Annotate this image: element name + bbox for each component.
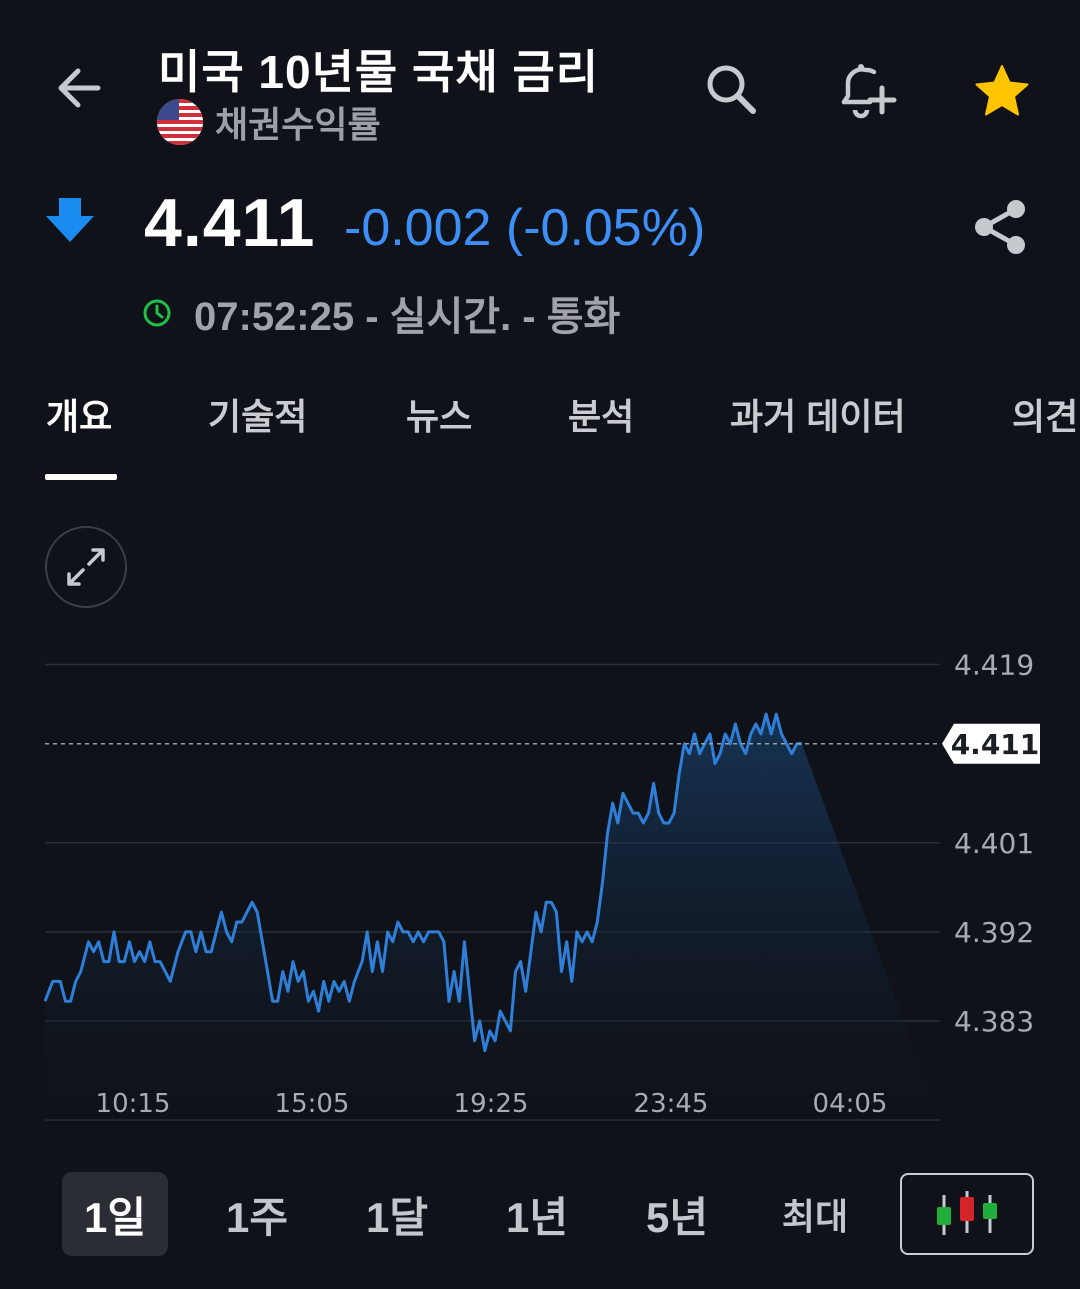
price-change: -0.002 (-0.05%) — [344, 199, 706, 257]
period-5y[interactable]: 5년 — [624, 1172, 730, 1256]
share-button[interactable] — [970, 196, 1032, 258]
period-1y[interactable]: 1년 — [484, 1172, 590, 1256]
back-arrow-icon — [58, 68, 101, 108]
tab-comments[interactable]: 의견 — [1012, 388, 1078, 440]
active-tab-indicator — [45, 474, 117, 480]
period-1d[interactable]: 1일 — [62, 1172, 168, 1256]
add-alert-button[interactable] — [834, 58, 897, 119]
price-chart[interactable]: 4.419 4.401 4.392 4.383 10:15 15:05 19:25 23:4… — [0, 600, 1080, 1140]
x-tick-label: 10:15 — [96, 1089, 171, 1119]
tab-technical[interactable]: 기술적 — [208, 388, 307, 440]
chart-area-fill — [45, 714, 940, 1120]
chart-type-button[interactable] — [900, 1173, 1034, 1255]
y-tick-label: 4.401 — [954, 827, 1034, 860]
back-button[interactable] — [50, 58, 110, 118]
x-tick-label: 15:05 — [275, 1089, 350, 1119]
quote-status: 07:52:25 - 실시간. - 통화 — [142, 284, 620, 342]
quote-time-status: 07:52:25 - 실시간. - 통화 — [194, 295, 621, 339]
add-alert-bell-icon — [841, 64, 897, 119]
x-tick-label: 04:05 — [813, 1089, 888, 1119]
tab-analysis[interactable]: 분석 — [568, 388, 634, 440]
clock-icon — [143, 299, 171, 327]
x-tick-label: 19:25 — [454, 1089, 529, 1119]
star-icon — [975, 65, 1029, 116]
y-tick-label: 4.419 — [954, 649, 1034, 682]
favorite-button[interactable] — [972, 62, 1032, 122]
x-tick-label: 23:45 — [634, 1089, 709, 1119]
share-icon — [975, 200, 1025, 254]
instrument-type: 채권수익률 — [157, 96, 381, 148]
arrow-down-icon — [44, 196, 96, 248]
tab-historical-data[interactable]: 과거 데이터 — [730, 388, 906, 440]
subtitle: 채권수익률 — [215, 104, 381, 145]
tab-news[interactable]: 뉴스 — [406, 388, 472, 440]
period-1m[interactable]: 1달 — [344, 1172, 450, 1256]
search-button[interactable] — [700, 58, 760, 118]
period-max[interactable]: 최대 — [762, 1172, 868, 1256]
us-flag-icon — [157, 99, 203, 145]
tab-overview[interactable]: 개요 — [46, 388, 112, 440]
expand-chart-button[interactable] — [45, 526, 127, 608]
search-icon — [707, 65, 756, 114]
page-title: 미국 10년물 국채 금리 — [158, 46, 600, 98]
period-1w[interactable]: 1주 — [204, 1172, 310, 1256]
y-tick-label: 4.383 — [954, 1005, 1034, 1038]
y-tick-label: 4.392 — [954, 916, 1034, 949]
expand-icon — [67, 548, 105, 586]
current-price: 4.411 — [144, 185, 316, 261]
current-value-label: 4.411 — [951, 728, 1040, 761]
candlestick-icon — [937, 1191, 997, 1235]
